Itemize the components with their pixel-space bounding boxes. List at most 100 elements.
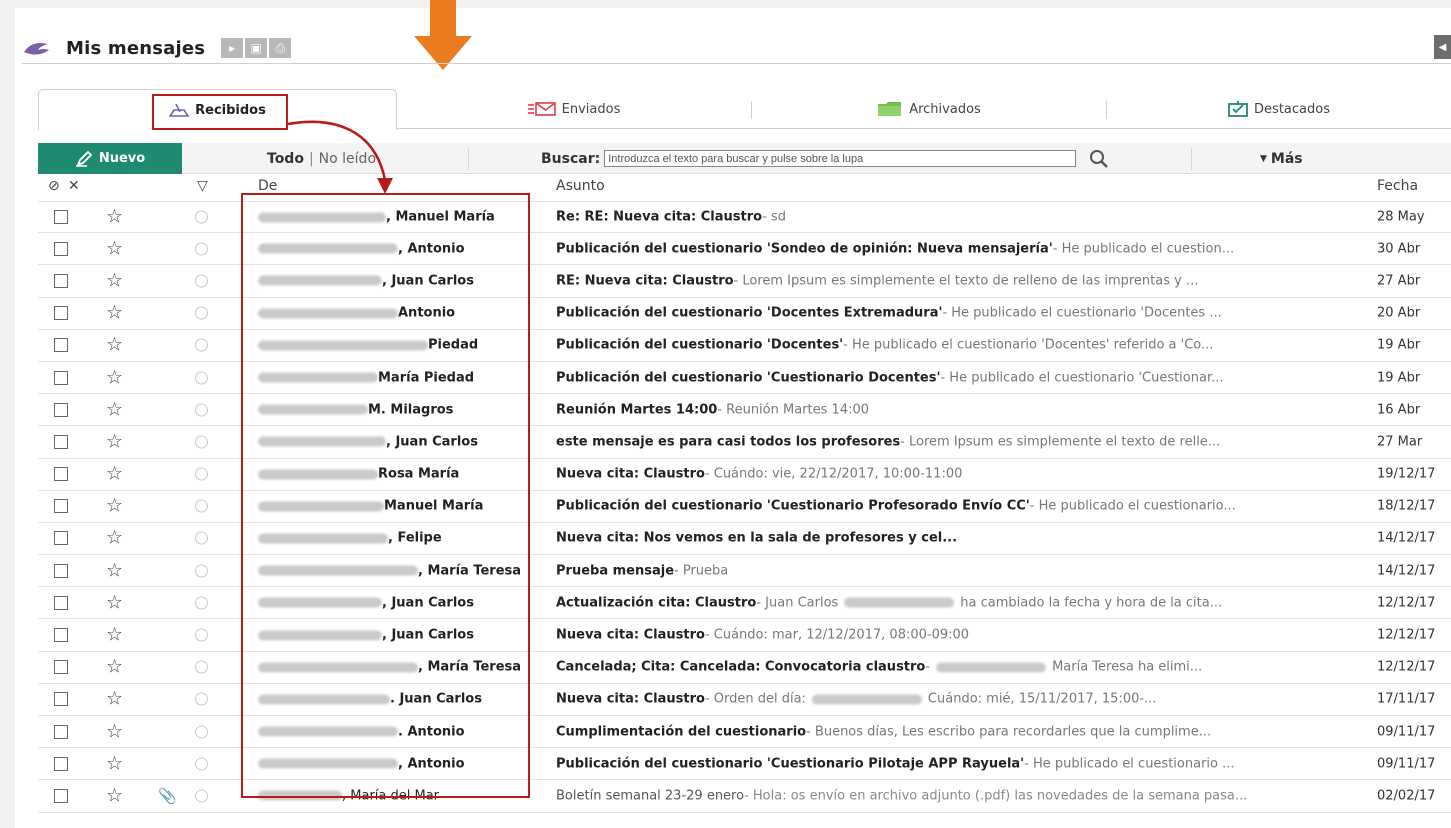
star-icon[interactable]: ☆ xyxy=(106,432,123,451)
subject-cell: Reunión Martes 14:00 - Reunión Martes 14… xyxy=(556,402,1331,417)
row-checkbox[interactable] xyxy=(54,660,68,675)
row-checkbox[interactable] xyxy=(54,241,68,256)
message-subject: Publicación del cuestionario 'Docentes' xyxy=(556,337,844,353)
message-subject: Cancelada; Cita: Cancelada: Convocatoria… xyxy=(556,659,926,675)
message-date: 12/12/17 xyxy=(1377,627,1436,643)
message-subject: este mensaje es para casi todos los prof… xyxy=(556,434,901,450)
star-icon[interactable]: ☆ xyxy=(106,528,123,548)
unread-dot-icon[interactable] xyxy=(195,242,208,256)
new-message-button[interactable]: Nuevo xyxy=(38,143,182,174)
unread-dot-icon[interactable] xyxy=(195,660,208,674)
star-icon[interactable]: ☆ xyxy=(106,207,123,227)
unread-dot-icon[interactable] xyxy=(195,692,208,706)
unread-dot-icon[interactable] xyxy=(195,757,208,771)
collapse-panel-icon[interactable]: ◀ xyxy=(1434,35,1451,59)
row-checkbox[interactable] xyxy=(54,724,68,739)
tab-archivados[interactable]: Archivados xyxy=(752,89,1106,129)
filter-funnel-icon[interactable]: ▽ xyxy=(197,178,208,194)
row-checkbox[interactable] xyxy=(54,595,68,610)
message-preview: - sd xyxy=(762,209,786,225)
unread-dot-icon[interactable] xyxy=(195,306,208,320)
subject-cell: Nueva cita: Claustro - Cuándo: vie, 22/1… xyxy=(556,467,1331,482)
unread-dot-icon[interactable] xyxy=(195,789,208,803)
message-date: 27 Mar xyxy=(1377,434,1423,450)
star-icon[interactable]: ☆ xyxy=(106,561,123,580)
tabs-divider xyxy=(397,128,1451,129)
highlight-sender-box xyxy=(241,193,530,798)
column-date[interactable]: Fecha xyxy=(1377,178,1418,194)
unread-dot-icon[interactable] xyxy=(195,435,208,449)
redacted-name xyxy=(936,662,1047,673)
star-icon[interactable]: ☆ xyxy=(106,496,123,516)
star-icon[interactable]: ☆ xyxy=(106,593,123,612)
row-checkbox[interactable] xyxy=(54,467,68,482)
column-from[interactable]: De xyxy=(258,178,277,194)
row-checkbox[interactable] xyxy=(54,434,68,449)
search-label: Buscar: xyxy=(541,150,601,167)
unread-dot-icon[interactable] xyxy=(195,274,208,288)
forward-icon[interactable]: ▸ xyxy=(221,38,244,58)
star-icon[interactable]: ☆ xyxy=(106,657,123,677)
row-checkbox[interactable] xyxy=(54,370,68,385)
row-checkbox[interactable] xyxy=(54,273,68,288)
select-all-icon[interactable]: ⊘ xyxy=(48,178,60,194)
clear-selection-icon[interactable]: ✕ xyxy=(68,178,80,194)
star-icon[interactable]: ☆ xyxy=(106,689,123,709)
column-subject[interactable]: Asunto xyxy=(556,178,605,194)
row-checkbox[interactable] xyxy=(54,531,68,546)
row-checkbox[interactable] xyxy=(54,499,68,514)
flag-icon xyxy=(1228,101,1248,117)
star-icon[interactable]: ☆ xyxy=(106,722,123,741)
star-icon[interactable]: ☆ xyxy=(106,786,123,805)
row-checkbox[interactable] xyxy=(54,756,68,771)
unread-dot-icon[interactable] xyxy=(195,725,208,739)
unread-dot-icon[interactable] xyxy=(195,499,208,513)
star-icon[interactable]: ☆ xyxy=(106,303,123,323)
message-date: 12/12/17 xyxy=(1377,595,1436,611)
row-checkbox[interactable] xyxy=(54,692,68,707)
tab-enviados[interactable]: Enviados xyxy=(397,89,751,129)
message-date: 09/11/17 xyxy=(1377,724,1436,740)
message-date: 27 Abr xyxy=(1377,273,1421,289)
unread-dot-icon[interactable] xyxy=(195,467,208,481)
message-date: 19/12/17 xyxy=(1377,466,1436,482)
star-icon[interactable]: ☆ xyxy=(106,239,123,258)
star-icon[interactable]: ☆ xyxy=(106,625,123,645)
row-checkbox[interactable] xyxy=(54,628,68,643)
unread-dot-icon[interactable] xyxy=(195,564,208,578)
more-menu-button[interactable]: ▼ Más xyxy=(1260,143,1303,174)
star-icon[interactable]: ☆ xyxy=(106,400,123,419)
unread-dot-icon[interactable] xyxy=(195,596,208,610)
unread-dot-icon[interactable] xyxy=(195,403,208,417)
unread-dot-icon[interactable] xyxy=(195,338,208,352)
search-input[interactable] xyxy=(604,150,1077,167)
unread-dot-icon[interactable] xyxy=(195,628,208,642)
export-icon[interactable]: ▣ xyxy=(245,38,268,58)
subject-cell: Boletín semanal 23-29 enero - Hola: os e… xyxy=(556,788,1331,803)
row-checkbox[interactable] xyxy=(54,338,68,353)
row-checkbox[interactable] xyxy=(54,563,68,578)
message-subject: Publicación del cuestionario 'Docentes E… xyxy=(556,305,943,321)
row-checkbox[interactable] xyxy=(54,788,68,803)
message-subject: Cumplimentación del cuestionario xyxy=(556,724,807,740)
star-icon[interactable]: ☆ xyxy=(106,464,123,484)
message-date: 17/11/17 xyxy=(1377,691,1436,707)
row-checkbox[interactable] xyxy=(54,306,68,321)
print-icon[interactable]: ⎙ xyxy=(269,38,292,58)
star-icon[interactable]: ☆ xyxy=(106,271,123,290)
message-preview: - He publicado el cuestionario ... xyxy=(1024,756,1235,772)
tab-destacados[interactable]: Destacados xyxy=(1107,89,1451,129)
message-date: 20 Abr xyxy=(1377,305,1421,321)
message-preview: - Cuándo: mar, 12/12/2017, 08:00-09:00 xyxy=(704,627,970,643)
message-date: 16 Abr xyxy=(1377,402,1421,418)
star-icon[interactable]: ☆ xyxy=(106,754,123,773)
unread-dot-icon[interactable] xyxy=(195,531,208,545)
unread-dot-icon[interactable] xyxy=(195,210,208,224)
star-icon[interactable]: ☆ xyxy=(106,335,123,355)
search-icon[interactable] xyxy=(1088,148,1110,170)
row-checkbox[interactable] xyxy=(54,210,68,225)
star-icon[interactable]: ☆ xyxy=(106,368,123,387)
row-checkbox[interactable] xyxy=(54,402,68,417)
message-subject: Prueba mensaje xyxy=(556,563,675,579)
unread-dot-icon[interactable] xyxy=(195,371,208,385)
